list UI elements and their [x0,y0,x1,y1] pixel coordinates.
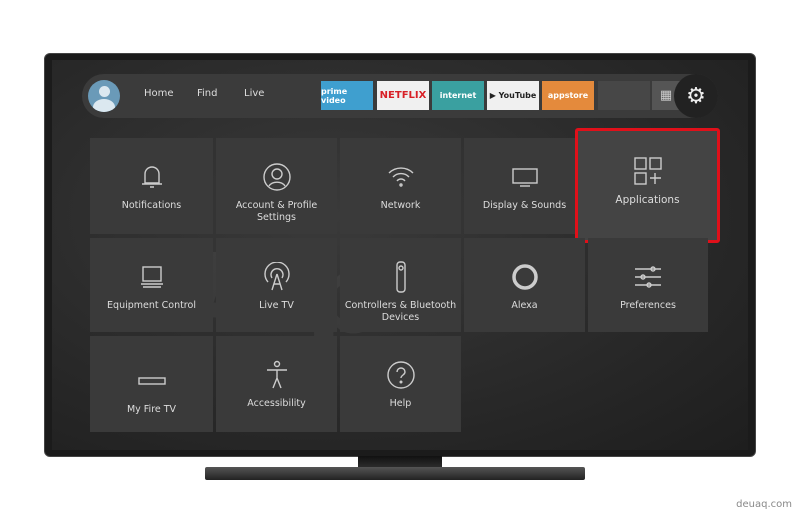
bell-icon [137,162,167,192]
accessibility-person-icon [262,360,292,390]
app-netflix[interactable]: NETFLIX [377,81,429,110]
tile-my-fire-tv[interactable]: My Fire TV [90,336,213,432]
app-internet[interactable]: internet [432,81,484,110]
tile-network[interactable]: Network [340,138,461,234]
tile-notifications[interactable]: Notifications [90,138,213,234]
remote-icon [386,261,416,293]
tile-accessibility[interactable]: Accessibility [216,336,337,432]
tile-equipment-control[interactable]: Equipment Control [90,238,213,332]
fire-tv-device-icon [137,366,167,396]
nav-find[interactable]: Find [197,88,218,99]
app-placeholder[interactable] [598,81,650,110]
tile-alexa[interactable]: Alexa [464,238,585,332]
profile-avatar[interactable] [88,80,120,112]
help-question-icon [386,360,416,390]
tile-help[interactable]: Help [340,336,461,432]
tv-equipment-icon [137,262,167,292]
tv-stand-base [205,467,585,480]
tv-screen: Alphr Home Find Live prime video NETFLIX… [52,60,748,450]
alexa-ring-icon [510,262,540,292]
tile-display-sounds[interactable]: Display & Sounds [464,138,585,234]
person-icon [262,162,292,192]
tile-account-profile[interactable]: Account & Profile Settings [216,138,337,234]
tile-applications-selected[interactable]: Applications [575,128,720,243]
nav-home[interactable]: Home [144,88,174,99]
sliders-icon [633,262,663,292]
app-youtube[interactable]: ▶ YouTube [487,81,539,110]
top-nav-bar: Home Find Live prime video NETFLIX inter… [82,74,718,118]
display-icon [510,162,540,192]
nav-live[interactable]: Live [244,88,264,99]
wifi-icon [386,162,416,192]
app-appstore[interactable]: appstore [542,81,594,110]
applications-grid-icon [633,156,663,186]
site-watermark: deuaq.com [736,499,792,510]
tile-live-tv[interactable]: Live TV [216,238,337,332]
settings-gear-icon[interactable]: ⚙ [674,74,718,118]
tile-controllers-bluetooth[interactable]: Controllers & Bluetooth Devices [340,238,461,332]
tile-preferences[interactable]: Preferences [588,238,708,332]
antenna-icon [262,262,292,292]
app-prime-video[interactable]: prime video [321,81,373,110]
